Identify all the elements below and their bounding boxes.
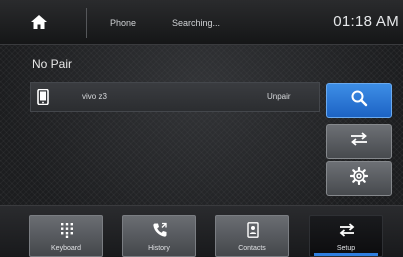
nav-contacts[interactable]: Contacts (215, 215, 289, 257)
phone-screen: Phone Searching... 01:18 AM No Pair vivo… (0, 0, 403, 257)
pair-status-text: No Pair (32, 57, 73, 71)
contacts-icon (245, 222, 261, 238)
swap-arrows-icon (339, 222, 355, 238)
mobile-phone-icon (37, 88, 49, 106)
call-history-icon (152, 222, 168, 238)
switch-device-button[interactable] (326, 124, 392, 159)
active-tab-indicator (314, 253, 378, 256)
bluetooth-status-text: Searching... (172, 18, 221, 28)
phone-title: Phone (110, 18, 137, 28)
device-list-item[interactable]: vivo z3 Unpair (30, 82, 320, 112)
nav-setup[interactable]: Setup (309, 215, 383, 257)
gear-icon (349, 166, 369, 190)
nav-keyboard[interactable]: Keyboard (29, 215, 103, 257)
device-name: vivo z3 (82, 92, 107, 101)
nav-setup-label: Setup (336, 245, 356, 252)
swap-arrows-icon (350, 132, 368, 151)
top-bar-divider (86, 8, 87, 38)
home-icon[interactable] (30, 13, 48, 31)
search-icon (350, 89, 368, 112)
clock: 01:18 AM (333, 13, 399, 30)
nav-history-label: History (148, 245, 170, 252)
top-bar: Phone Searching... 01:18 AM (0, 0, 403, 45)
keypad-icon (59, 222, 75, 238)
nav-contacts-label: Contacts (238, 245, 266, 252)
settings-button[interactable] (326, 161, 392, 196)
bottom-nav: Keyboard History Contacts Setup (0, 205, 403, 257)
nav-keyboard-label: Keyboard (51, 245, 81, 252)
nav-history[interactable]: History (122, 215, 196, 257)
search-devices-button[interactable] (326, 83, 392, 118)
unpair-button[interactable]: Unpair (267, 92, 291, 101)
